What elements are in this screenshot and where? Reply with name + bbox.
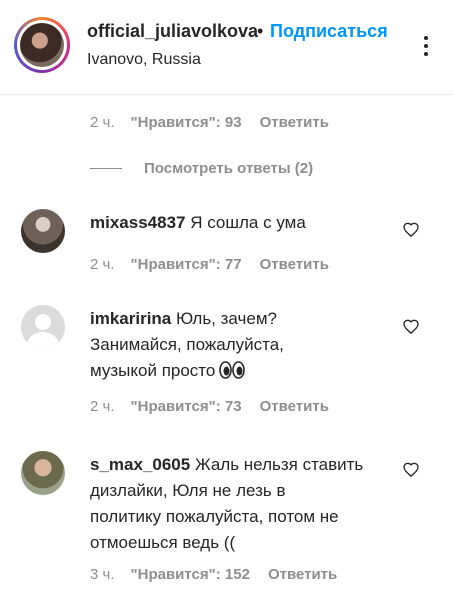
avatar[interactable] <box>21 305 65 349</box>
comment-meta: 3 ч. "Нравится": 152 Ответить <box>90 566 337 583</box>
reply-button[interactable]: Ответить <box>268 566 337 583</box>
more-options-icon[interactable] <box>414 36 438 56</box>
comment-time: 2 ч. <box>90 398 115 415</box>
post-header: official_juliavolkova • Подписаться Ivan… <box>0 0 453 95</box>
comment-likes[interactable]: "Нравится": 93 <box>131 114 242 131</box>
reply-button[interactable]: Ответить <box>260 114 329 131</box>
location-link[interactable]: Ivanovo, Russia <box>87 51 201 69</box>
reply-button[interactable]: Ответить <box>260 398 329 415</box>
comment-time: 3 ч. <box>90 566 115 583</box>
separator-dot: • <box>257 21 264 41</box>
comment-meta: 2 ч. "Нравится": 93 Ответить <box>90 114 329 131</box>
comment-text: отмоешься ведь (( <box>90 533 236 552</box>
comment-likes[interactable]: "Нравится": 77 <box>131 256 242 273</box>
comment-text: дизлайки, Юля не лезь в <box>90 481 286 500</box>
eyes-emoji-icon <box>219 361 246 379</box>
comment-likes[interactable]: "Нравится": 73 <box>131 398 242 415</box>
comment-body: mixass4837 Я сошла с ума <box>90 210 390 236</box>
view-replies-label: Посмотреть ответы (2) <box>144 160 314 177</box>
avatar[interactable] <box>21 209 65 253</box>
comment-text: Занимайся, пожалуйста, <box>90 335 284 354</box>
like-heart-icon[interactable] <box>403 319 419 334</box>
comment-likes[interactable]: "Нравится": 152 <box>131 566 250 583</box>
avatar[interactable] <box>21 451 65 495</box>
comment-meta: 2 ч. "Нравится": 73 Ответить <box>90 398 329 415</box>
like-heart-icon[interactable] <box>403 222 419 237</box>
comment-body: imkaririna Юль, зачем? Занимайся, пожалу… <box>90 306 400 384</box>
comment-text: Жаль нельзя ставить <box>194 455 364 474</box>
follow-button[interactable]: Подписаться <box>270 21 388 42</box>
profile-avatar[interactable] <box>14 17 70 73</box>
like-heart-icon[interactable] <box>403 462 419 477</box>
comment-username[interactable]: imkaririna <box>90 309 171 328</box>
comment-text: политику пожалуйста, потом не <box>90 507 339 526</box>
reply-button[interactable]: Ответить <box>260 256 329 273</box>
comment-meta: 2 ч. "Нравится": 77 Ответить <box>90 256 329 273</box>
view-replies-button[interactable]: Посмотреть ответы (2) <box>90 160 313 177</box>
header-username[interactable]: official_juliavolkova <box>87 21 258 42</box>
comment-time: 2 ч. <box>90 114 115 131</box>
comment-body: s_max_0605 Жаль нельзя ставить дизлайки,… <box>90 452 400 556</box>
comment-username[interactable]: mixass4837 <box>90 213 185 232</box>
divider-line <box>90 168 122 169</box>
comment-text: Я сошла с ума <box>190 213 306 232</box>
comment-text: музыкой просто <box>90 361 216 380</box>
comment-username[interactable]: s_max_0605 <box>90 455 190 474</box>
comment-text: Юль, зачем? <box>176 309 277 328</box>
comment-time: 2 ч. <box>90 256 115 273</box>
